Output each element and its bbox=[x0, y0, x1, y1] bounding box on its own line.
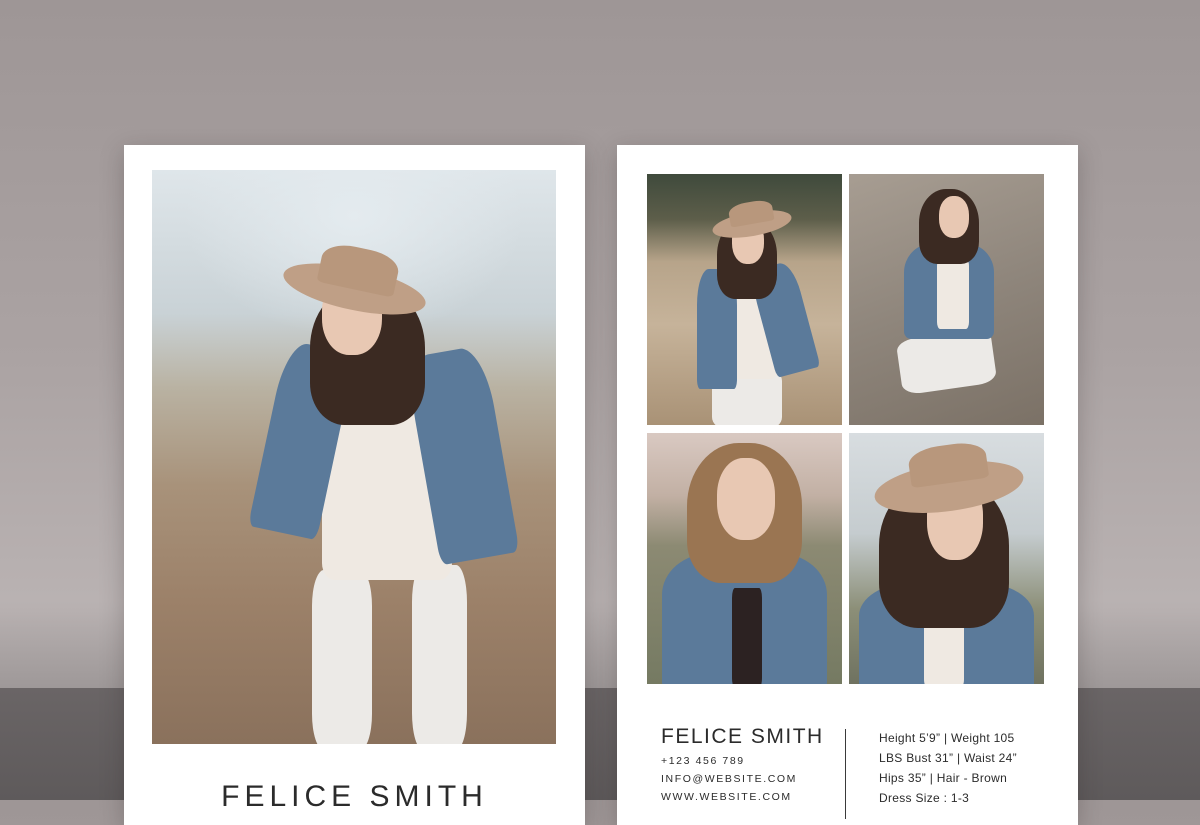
stat-line: Height 5’9” | Weight 105 bbox=[879, 731, 1015, 745]
photo-tile-portrait bbox=[849, 433, 1044, 684]
contact-phone: +123 456 789 bbox=[661, 755, 745, 767]
info-divider bbox=[845, 729, 846, 819]
figure-top bbox=[732, 588, 762, 684]
photo-tile-sitting bbox=[849, 174, 1044, 425]
comp-card-back: FELICE SMITH +123 456 789 INFO@WEBSITE.C… bbox=[617, 145, 1078, 825]
figure-face bbox=[939, 196, 969, 238]
stat-line: Dress Size : 1-3 bbox=[879, 791, 970, 805]
photo-tile-smiling bbox=[647, 433, 842, 684]
figure-jeans-left bbox=[312, 570, 372, 744]
figure-shirt bbox=[937, 259, 969, 329]
stat-line: LBS Bust 31” | Waist 24” bbox=[879, 751, 1017, 765]
hero-photo bbox=[152, 170, 556, 744]
figure-jeans-right bbox=[412, 565, 467, 744]
contact-website: WWW.WEBSITE.COM bbox=[661, 791, 792, 803]
front-model-name: FELICE SMITH bbox=[221, 780, 488, 813]
stat-line: Hips 35” | Hair - Brown bbox=[879, 771, 1008, 785]
comp-card-front: FELICE SMITH bbox=[124, 145, 585, 825]
contact-email: INFO@WEBSITE.COM bbox=[661, 773, 798, 785]
figure-face bbox=[717, 458, 775, 540]
back-model-name: FELICE SMITH bbox=[661, 725, 824, 748]
photo-tile-standing bbox=[647, 174, 842, 425]
